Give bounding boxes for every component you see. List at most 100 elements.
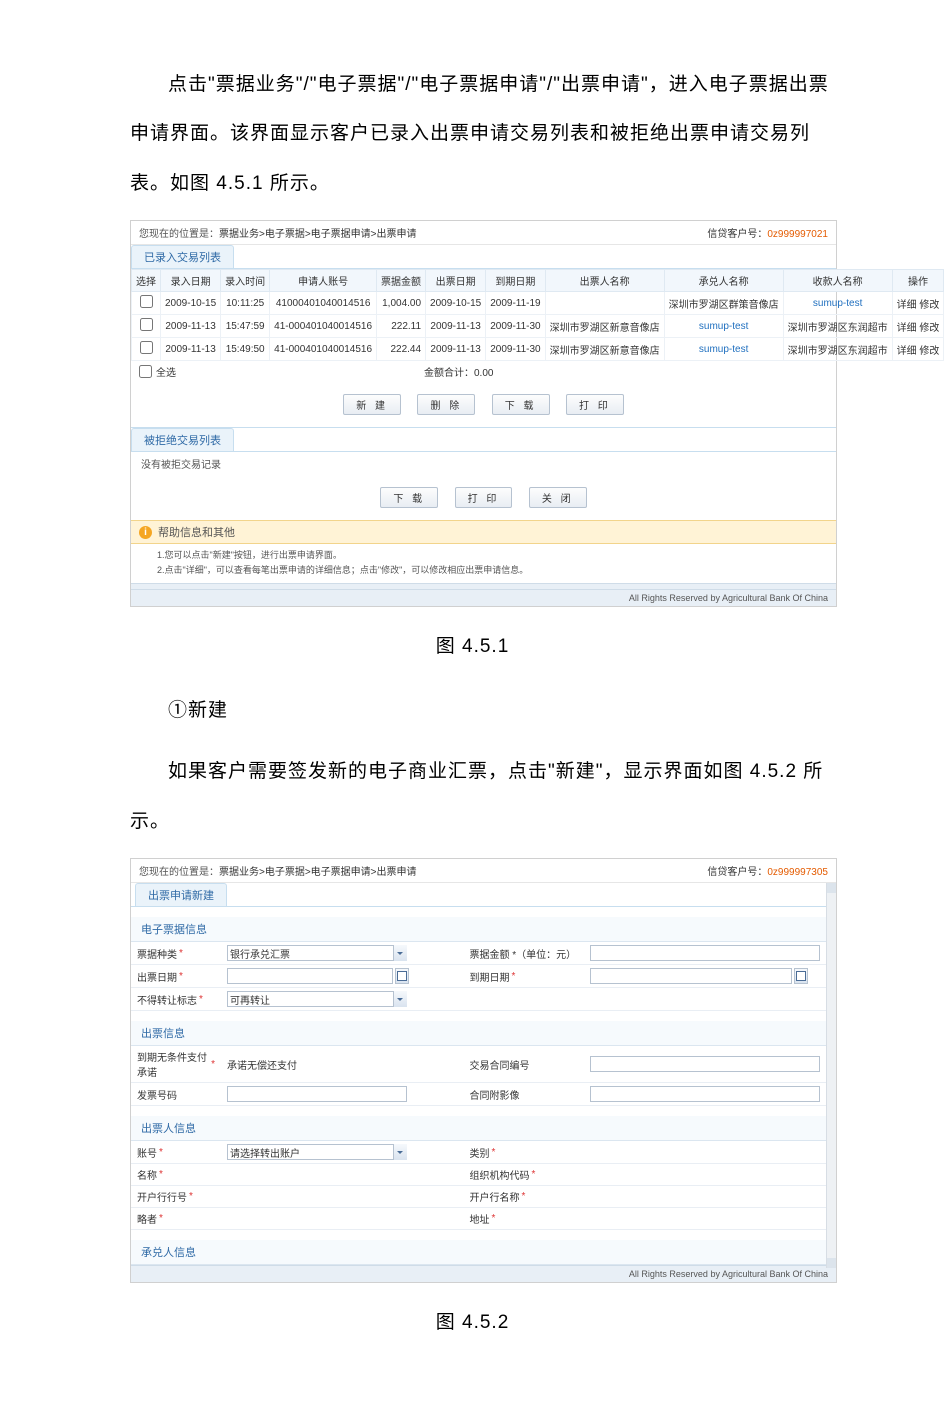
cell-payee: 深圳市罗湖区东润超市	[783, 338, 892, 361]
field-rater	[221, 1208, 464, 1230]
field-trade-no[interactable]	[584, 1046, 827, 1083]
tab-row-rejected: 被拒绝交易列表	[131, 427, 836, 452]
download-button-2[interactable]: 下 载	[380, 487, 438, 508]
row-checkbox[interactable]	[132, 292, 161, 315]
field-issue-date[interactable]	[221, 965, 464, 988]
cell: 2009-11-13	[161, 315, 221, 338]
checkbox-icon[interactable]	[140, 295, 153, 308]
cell: 15:47:59	[221, 315, 270, 338]
no-transfer-select[interactable]	[227, 991, 407, 1007]
field-contract-img[interactable]	[584, 1083, 827, 1106]
cell: 222.11	[377, 315, 426, 338]
cell: 41-000401040014516	[270, 338, 377, 361]
new-button[interactable]: 新 建	[343, 394, 401, 415]
button-row-2: 下 载 打 印 关 闭	[131, 475, 836, 520]
footer-2: All Rights Reserved by Agricultural Bank…	[131, 1265, 836, 1282]
form-issue: 到期无条件支付承诺* 承诺无偿还支付 交易合同编号 发票号码 合同附影像	[131, 1046, 826, 1106]
field-invoice-no[interactable]	[221, 1083, 464, 1106]
lbl-org-code: 组织机构代码*	[464, 1164, 584, 1186]
screenshot-451: 您现在的位置是：票据业务>电子票据>电子票据申请>出票申请 信贷客户号：0z99…	[130, 220, 837, 607]
lbl-invoice-no: 发票号码	[131, 1083, 221, 1106]
field-no-transfer[interactable]	[221, 988, 464, 1011]
lbl-due-date: 到期日期*	[464, 965, 584, 988]
cell	[545, 292, 664, 315]
delete-button[interactable]: 删 除	[417, 394, 475, 415]
lbl-rater: 略者*	[131, 1208, 221, 1230]
form-ebill: 票据种类* 票据金额 *（单位：元） 出票日期* 到期日期* 不得转让标志*	[131, 942, 826, 1011]
cell: 2009-11-13	[161, 338, 221, 361]
scrollbar[interactable]	[826, 883, 836, 1268]
screenshot-452: 您现在的位置是：票据业务>电子票据>电子票据申请>出票申请 信贷客户号：0z99…	[130, 858, 837, 1283]
calendar-icon[interactable]	[395, 968, 409, 984]
chevron-down-icon[interactable]	[393, 991, 407, 1007]
subsection-new: ①新建	[130, 686, 835, 735]
drawer-acct-select[interactable]	[227, 1144, 407, 1160]
trade-no-input[interactable]	[590, 1056, 821, 1072]
breadcrumb-bar-2: 您现在的位置是：票据业务>电子票据>电子票据申请>出票申请 信贷客户号：0z99…	[131, 859, 836, 883]
lbl-drawer-name: 名称*	[131, 1164, 221, 1186]
cell-ops: 详细 修改	[892, 338, 944, 361]
edit-link[interactable]: 修改	[919, 323, 939, 334]
table-row: 2009-10-15 10:11:25 41000401040014516 1,…	[132, 292, 944, 315]
lbl-bill-type: 票据种类*	[131, 942, 221, 965]
lbl-contract-img: 合同附影像	[464, 1083, 584, 1106]
chevron-down-icon[interactable]	[393, 945, 407, 961]
account-label: 信贷客户号：	[707, 229, 767, 240]
issue-date-input[interactable]	[227, 968, 393, 984]
th-entrytime: 录入时间	[221, 270, 270, 292]
checkbox-icon[interactable]	[140, 318, 153, 331]
row-checkbox[interactable]	[132, 315, 161, 338]
field-drawer-class	[584, 1141, 827, 1164]
cell: 深圳市罗湖区群策音像店	[664, 292, 783, 315]
lbl-bank-name: 开户行名称*	[464, 1186, 584, 1208]
cell: 15:49:50	[221, 338, 270, 361]
bill-type-select[interactable]	[227, 945, 407, 961]
due-date-input[interactable]	[590, 968, 793, 984]
invoice-no-input[interactable]	[227, 1086, 407, 1102]
field-drawer-name	[221, 1164, 464, 1186]
cell: 2009-11-13	[426, 338, 486, 361]
chevron-down-icon[interactable]	[393, 1144, 407, 1160]
lbl-bank-no: 开户行行号*	[131, 1186, 221, 1208]
account-display-2: 信贷客户号：0z999997305	[707, 863, 828, 878]
cell: 深圳市罗湖区新意音像店	[545, 338, 664, 361]
close-button[interactable]: 关 闭	[529, 487, 587, 508]
field-drawer-acct[interactable]	[221, 1141, 464, 1164]
cell: 10:11:25	[221, 292, 270, 315]
footer: All Rights Reserved by Agricultural Bank…	[131, 589, 836, 606]
tab-entered[interactable]: 已录入交易列表	[131, 245, 234, 268]
th-issuedate: 出票日期	[426, 270, 486, 292]
breadcrumb-path: 票据业务>电子票据>电子票据申请>出票申请	[219, 229, 417, 240]
field-due-date[interactable]	[584, 965, 827, 988]
th-amount: 票据金额	[377, 270, 426, 292]
tab-new-apply[interactable]: 出票申请新建	[135, 883, 227, 906]
help-line-1: 1.您可以点击"新建"按钮，进行出票申请界面。	[157, 548, 828, 562]
account-display: 信贷客户号：0z999997021	[707, 225, 828, 240]
table-row: 2009-11-13 15:49:50 41-000401040014516 2…	[132, 338, 944, 361]
detail-link[interactable]: 详细	[897, 300, 917, 311]
print-button-2[interactable]: 打 印	[455, 487, 513, 508]
checkbox-icon[interactable]	[140, 341, 153, 354]
info-icon: i	[139, 526, 152, 539]
pay-promise-value: 承诺无偿还支付	[227, 1057, 297, 1072]
field-bill-amount[interactable]	[584, 942, 827, 965]
empty	[584, 988, 827, 1011]
figure-caption-1: 图 4.5.1	[0, 631, 945, 658]
calendar-icon[interactable]	[794, 968, 808, 984]
section-ebill-info: 电子票据信息	[131, 917, 826, 942]
print-button[interactable]: 打 印	[566, 394, 624, 415]
edit-link[interactable]: 修改	[919, 346, 939, 357]
detail-link[interactable]: 详细	[897, 346, 917, 357]
select-all-checkbox[interactable]	[139, 365, 152, 378]
cell: 深圳市罗湖区新意音像店	[545, 315, 664, 338]
contract-img-input[interactable]	[590, 1086, 821, 1102]
bill-amount-input[interactable]	[590, 945, 821, 961]
field-bill-type[interactable]	[221, 942, 464, 965]
row-checkbox[interactable]	[132, 338, 161, 361]
th-account: 申请人账号	[270, 270, 377, 292]
download-button[interactable]: 下 载	[492, 394, 550, 415]
edit-link[interactable]: 修改	[919, 300, 939, 311]
breadcrumb-path: 票据业务>电子票据>电子票据申请>出票申请	[219, 867, 417, 878]
detail-link[interactable]: 详细	[897, 323, 917, 334]
tab-rejected[interactable]: 被拒绝交易列表	[131, 428, 234, 451]
